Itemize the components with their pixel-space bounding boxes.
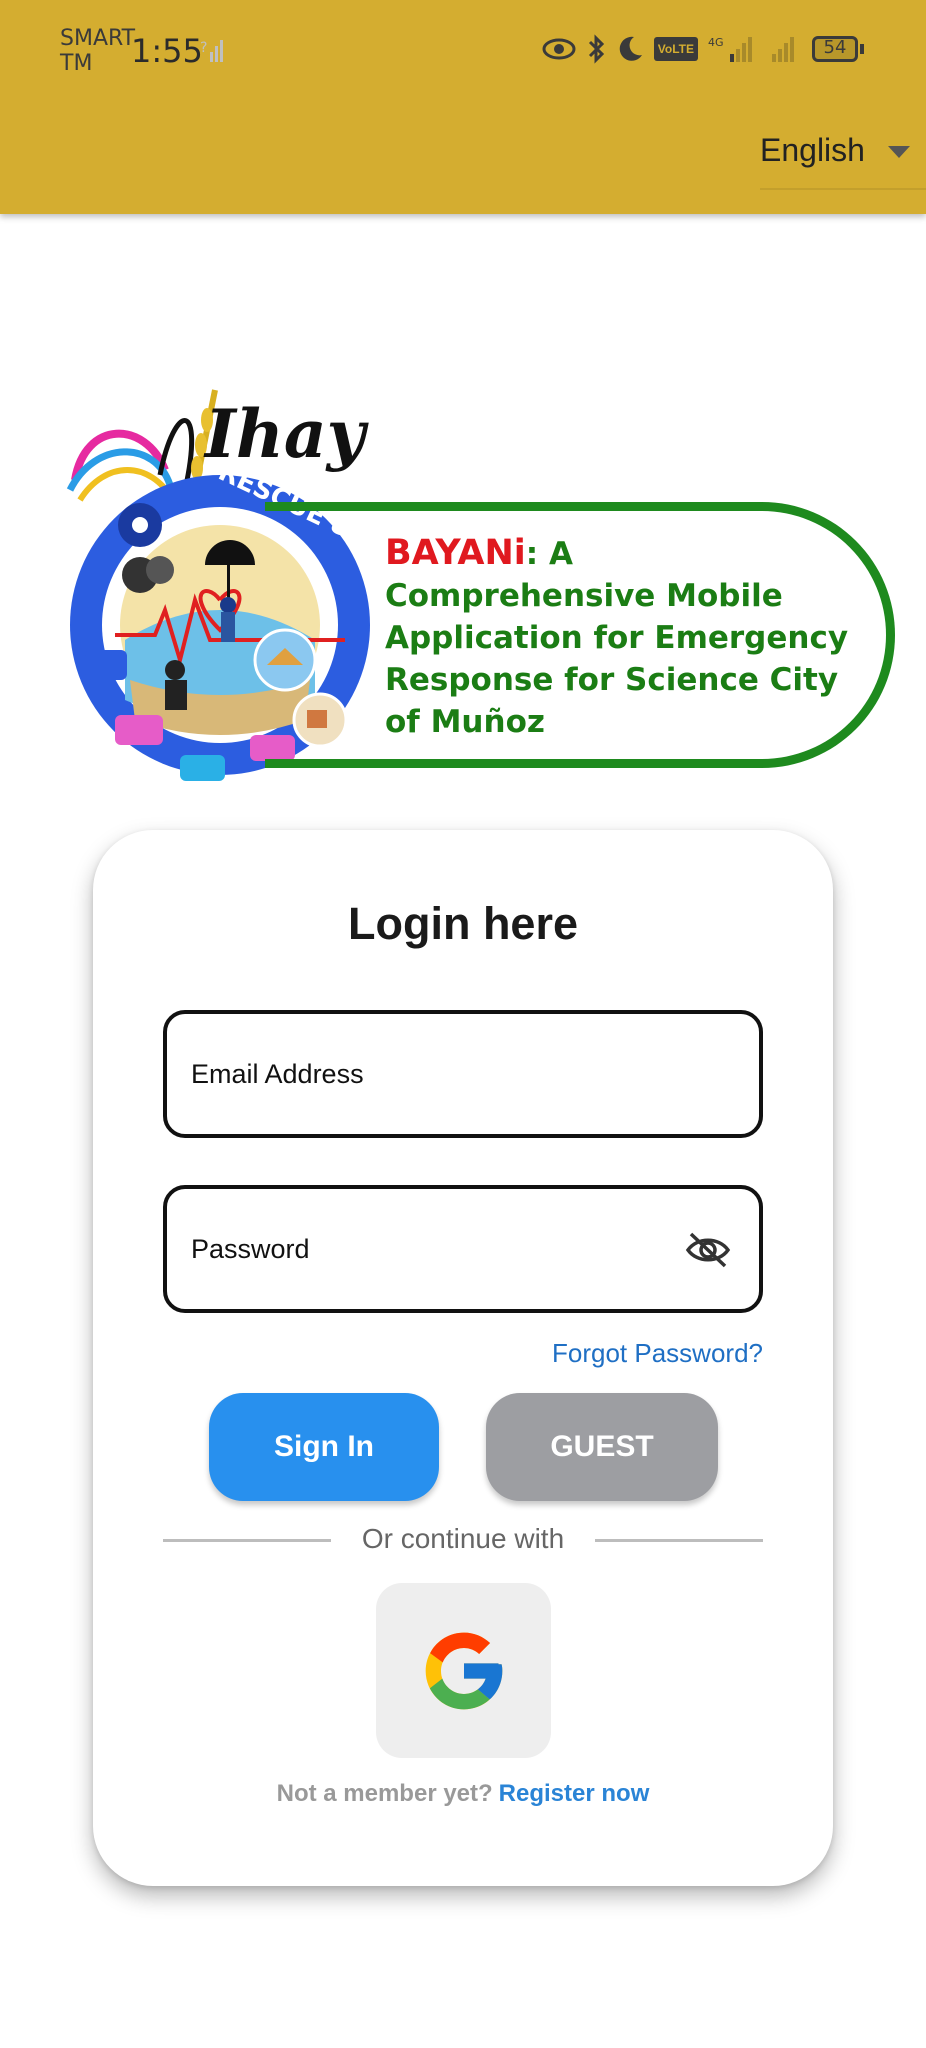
banner-line-5: of Muñoz [385, 704, 545, 740]
eye-off-icon[interactable] [685, 1231, 731, 1269]
bluetooth-icon [588, 34, 604, 64]
banner-title-brand: BAYANi [385, 533, 526, 573]
email-input[interactable] [189, 1057, 653, 1091]
wifi-unknown-icon: ? [200, 40, 223, 62]
banner-title-suffix: : A [525, 536, 573, 572]
register-row: Not a member yet? Register now [93, 1780, 833, 1808]
svg-text:?: ? [200, 40, 207, 56]
email-field[interactable] [163, 1010, 763, 1138]
eye-comfort-icon [542, 38, 576, 60]
password-field[interactable] [163, 1185, 763, 1313]
google-signin-button[interactable] [376, 1583, 551, 1758]
logo-signature: Ihay [205, 395, 365, 473]
battery-icon: 54 [812, 36, 864, 62]
app-banner: RESCUE 8977 Ihay BAYANi: A Comprehensive… [55, 380, 895, 785]
password-input[interactable] [189, 1232, 653, 1266]
language-label: English [760, 132, 865, 168]
banner-title: BAYANi: A Comprehensive Mobile Applicati… [385, 532, 865, 743]
signal-strength-icon: 4G [708, 36, 752, 62]
app-bar: SMART TM 1:55 ? VoLTE 4G 54 English [0, 0, 926, 214]
divider: Or continue with [163, 1520, 763, 1560]
sign-in-button[interactable]: Sign In [209, 1393, 439, 1501]
battery-level: 54 [823, 37, 847, 58]
carrier-line-1: SMART [60, 26, 136, 51]
chevron-down-icon [888, 146, 910, 158]
language-dropdown[interactable]: English [760, 128, 926, 190]
banner-line-4: Response for Science City [385, 662, 839, 698]
moon-icon [619, 36, 642, 61]
register-link[interactable]: Register now [499, 1780, 650, 1807]
status-icons: VoLTE 4G 54 [542, 34, 864, 64]
google-icon [425, 1632, 502, 1709]
login-card: Login here Forgot Password? Sign In GUES… [93, 830, 833, 1886]
forgot-password-link[interactable]: Forgot Password? [552, 1338, 763, 1369]
carrier-line-2: TM [60, 51, 93, 76]
login-title: Login here [347, 898, 578, 949]
volte-badge: VoLTE [653, 37, 698, 61]
banner-line-2: Comprehensive Mobile [385, 578, 783, 614]
divider-line-right [595, 1539, 763, 1542]
svg-text:4G: 4G [708, 36, 724, 49]
not-member-label: Not a member yet? [276, 1780, 493, 1807]
banner-line-3: Application for Emergency [385, 620, 849, 656]
carrier-label: SMART TM [60, 26, 135, 76]
guest-button[interactable]: GUEST [486, 1393, 718, 1501]
signal-strength-2-icon [772, 37, 794, 62]
status-time: 1:55 [131, 32, 203, 70]
